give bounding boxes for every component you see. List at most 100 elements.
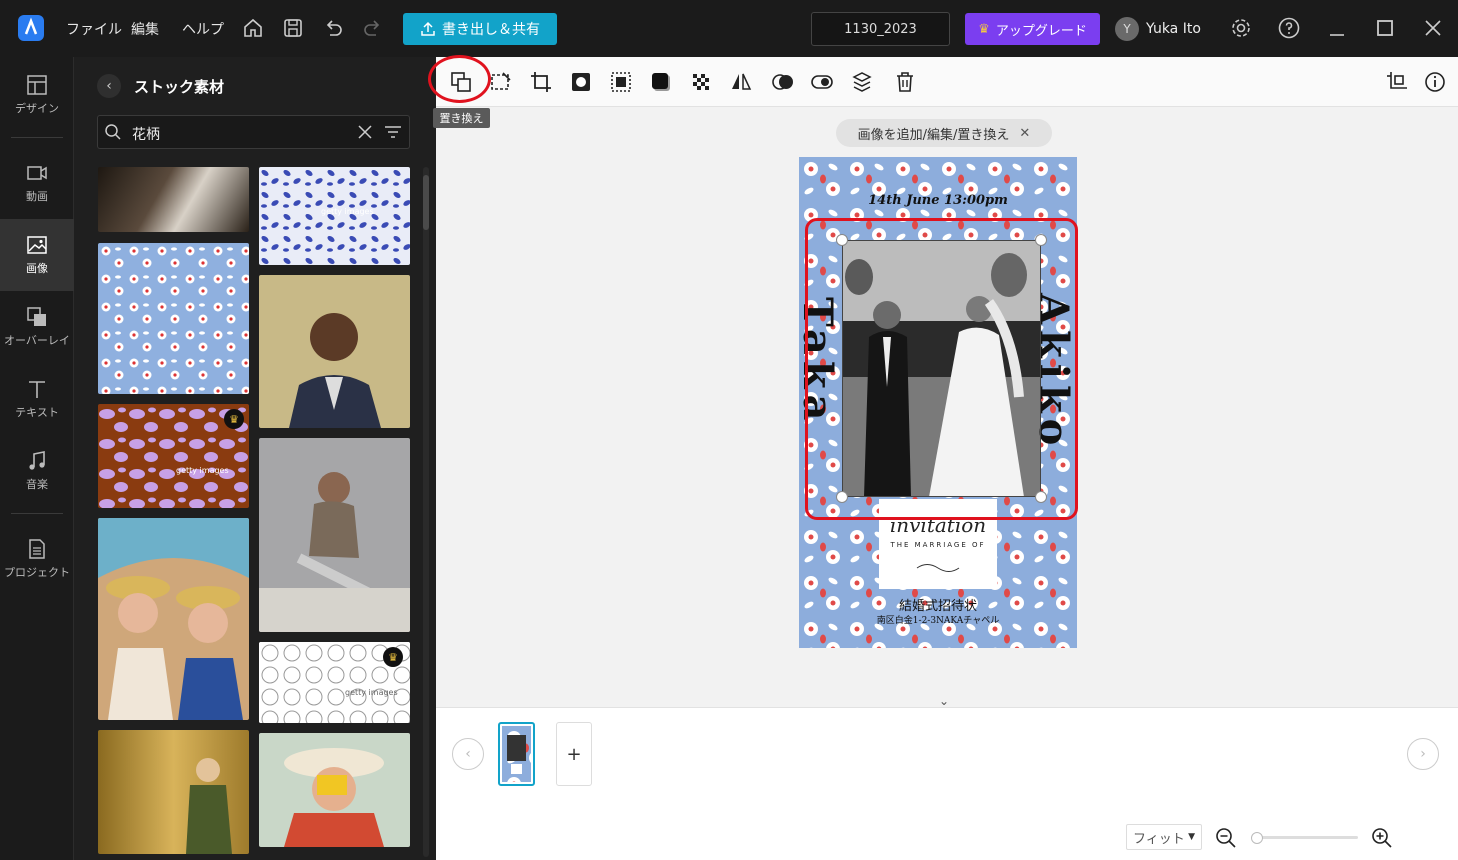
maximize-icon[interactable] <box>1373 16 1397 40</box>
rail-item-image[interactable]: 画像 <box>0 219 74 291</box>
design-icon <box>26 74 48 96</box>
zoom-slider[interactable] <box>1256 836 1358 839</box>
hint-chip: 画像を追加/編集/置き換え ✕ <box>836 119 1052 147</box>
premium-crown-icon: ♛ <box>224 409 244 429</box>
music-icon <box>26 450 48 472</box>
username[interactable]: Yuka Ito <box>1146 21 1201 37</box>
back-button[interactable]: ‹ <box>97 74 121 98</box>
gear-icon[interactable] <box>1229 16 1253 40</box>
premium-crown-icon: ♛ <box>383 647 403 667</box>
stock-thumbnail[interactable] <box>259 733 410 847</box>
page-thumbnail[interactable] <box>498 722 535 786</box>
rail-item-video[interactable]: 動画 <box>0 147 74 219</box>
watermark-label: getty images <box>176 466 229 475</box>
shadow-icon[interactable] <box>649 70 673 94</box>
highlight-box <box>805 218 1078 520</box>
remove-bg-icon[interactable] <box>489 70 513 94</box>
highlight-ring <box>428 55 491 103</box>
menu-help[interactable]: ヘルプ <box>182 19 224 39</box>
video-icon <box>26 162 48 184</box>
zoom-in-icon[interactable] <box>1371 827 1393 849</box>
rail-item-music[interactable]: 音楽 <box>0 435 74 507</box>
avatar[interactable]: Y <box>1115 17 1139 41</box>
prev-page-button[interactable]: ‹ <box>452 738 484 770</box>
text-icon <box>26 378 48 400</box>
stock-thumbnail[interactable] <box>259 275 410 428</box>
zoom-select[interactable]: フィット ▼ <box>1126 824 1202 850</box>
redo-icon[interactable] <box>361 16 385 40</box>
flip-icon[interactable] <box>729 70 753 94</box>
zoom-slider-knob[interactable] <box>1251 832 1263 844</box>
menu-edit[interactable]: 編集 <box>131 19 159 39</box>
rail-label-music: 音楽 <box>26 478 48 491</box>
panel-scroll-thumb[interactable] <box>423 175 429 230</box>
rail-label-image: 画像 <box>26 262 48 275</box>
adjust-icon[interactable] <box>810 70 834 94</box>
export-share-label: 書き出し＆共有 <box>442 22 540 38</box>
rail-item-text[interactable]: テキスト <box>0 363 74 435</box>
crown-icon: ♛ <box>978 21 990 37</box>
zoom-out-icon[interactable] <box>1215 827 1237 849</box>
tooltip: 置き換え <box>433 108 490 128</box>
stock-thumbnail[interactable] <box>98 518 249 720</box>
search-icon <box>104 123 122 141</box>
close-icon[interactable] <box>1421 16 1445 40</box>
stock-thumbnail[interactable]: getty images ♛ <box>259 642 410 723</box>
crop-icon[interactable] <box>529 70 553 94</box>
border-icon[interactable] <box>609 70 633 94</box>
overlay-icon <box>26 306 48 328</box>
export-share-button[interactable]: 書き出し＆共有 <box>403 13 557 45</box>
chevron-left-icon: ‹ <box>106 78 112 94</box>
stock-thumbnail[interactable] <box>98 243 249 394</box>
invitation-sub: THE MARRIAGE OF <box>890 541 986 549</box>
info-icon[interactable] <box>1423 70 1447 94</box>
project-name-field[interactable]: 1130_2023 <box>811 12 950 46</box>
save-icon[interactable] <box>281 16 305 40</box>
address-text: 南区白金1-2-3NAKAチャペル <box>876 616 1000 626</box>
expand-timeline-icon[interactable]: ⌄ <box>935 694 953 708</box>
stock-thumbnail[interactable] <box>98 167 249 232</box>
add-page-button[interactable]: + <box>556 722 592 786</box>
help-icon[interactable] <box>1277 16 1301 40</box>
blend-icon[interactable] <box>771 70 795 94</box>
rail-item-project[interactable]: プロジェクト <box>0 523 74 595</box>
rail-item-design[interactable]: デザイン <box>0 59 74 131</box>
rail-label-text: テキスト <box>15 406 59 419</box>
stock-thumbnail[interactable]: getty images ♛ <box>98 404 249 508</box>
rail-item-overlay[interactable]: オーバーレイ <box>0 291 74 363</box>
title-jp: 結婚式招待状 <box>898 599 977 614</box>
rail-label-project: プロジェクト <box>4 566 70 579</box>
minimize-icon[interactable] <box>1325 16 1349 40</box>
transparency-icon[interactable] <box>689 70 713 94</box>
close-hint-icon[interactable]: ✕ <box>1019 126 1030 141</box>
upload-icon <box>420 21 436 37</box>
delete-icon[interactable] <box>893 70 917 94</box>
watermark-label: getty images <box>321 207 374 216</box>
rail-divider <box>11 137 63 138</box>
panel-scrollbar[interactable] <box>423 167 429 857</box>
app-logo <box>18 15 44 41</box>
clear-search-icon[interactable] <box>356 123 374 141</box>
panel-title: ストック素材 <box>134 78 225 96</box>
rail-divider <box>11 513 63 514</box>
watermark-label: getty images <box>345 688 398 697</box>
next-page-button[interactable]: › <box>1407 738 1439 770</box>
project-icon <box>26 538 48 560</box>
home-icon[interactable] <box>241 16 265 40</box>
resize-canvas-icon[interactable] <box>1385 70 1409 94</box>
stock-thumbnail[interactable] <box>98 730 249 854</box>
chevron-right-icon: › <box>1420 746 1426 762</box>
image-icon <box>26 234 48 256</box>
layer-icon[interactable] <box>851 70 875 94</box>
upgrade-button[interactable]: ♛ アップグレード <box>965 13 1100 45</box>
stock-thumbnail[interactable]: getty images <box>259 167 410 265</box>
menu-file[interactable]: ファイル <box>66 19 122 39</box>
stock-thumbnail[interactable] <box>259 438 410 632</box>
hint-text: 画像を追加/編集/置き換え <box>857 127 1010 143</box>
undo-icon[interactable] <box>321 16 345 40</box>
zoom-select-value: フィット <box>1133 831 1185 847</box>
date-text: 14th June 13:00pm <box>868 193 1008 208</box>
mask-icon[interactable] <box>569 70 593 94</box>
filter-icon[interactable] <box>383 123 403 141</box>
upgrade-label: アップグレード <box>995 23 1087 39</box>
